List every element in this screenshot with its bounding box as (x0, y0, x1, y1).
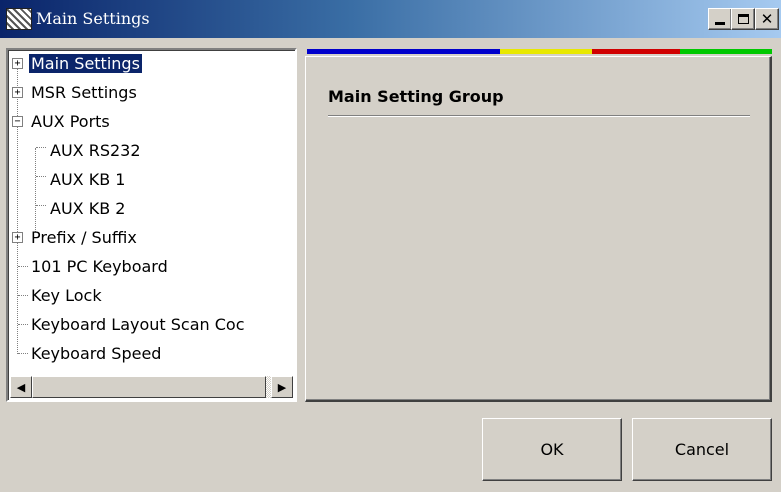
scrollbar-thumb[interactable] (32, 376, 266, 398)
scroll-right-button[interactable]: ▶ (271, 376, 293, 398)
expand-icon[interactable]: + (12, 232, 23, 243)
ok-button[interactable]: OK (482, 418, 622, 481)
settings-group-panel: Main Setting Group (305, 56, 772, 402)
tree-item-aux-rs232[interactable]: AUX RS232 (50, 141, 141, 160)
group-divider (328, 115, 750, 117)
color-strip-blue (307, 49, 500, 54)
tree-connector (36, 176, 46, 177)
tree-item-keyboard-speed[interactable]: Keyboard Speed (31, 344, 161, 363)
cancel-button[interactable]: Cancel (632, 418, 772, 481)
collapse-icon[interactable]: − (12, 116, 23, 127)
tree-connector (36, 205, 46, 206)
arrow-left-icon: ◀ (16, 380, 26, 394)
tree-connector (17, 64, 18, 354)
minimize-button[interactable] (708, 8, 732, 30)
tree-connector (36, 147, 46, 148)
close-button[interactable]: ✕ (755, 8, 779, 30)
tree-item-keyboard-layout-scan-code[interactable]: Keyboard Layout Scan Coc (31, 315, 245, 334)
close-icon: ✕ (760, 9, 774, 28)
tree-item-main-settings[interactable]: Main Settings (28, 53, 143, 74)
horizontal-scrollbar[interactable]: ◀ ▶ (10, 376, 293, 398)
color-strip-yellow (500, 49, 592, 54)
expand-icon[interactable]: + (12, 58, 23, 69)
tree-item-aux-kb-1[interactable]: AUX KB 1 (50, 170, 125, 189)
expand-icon[interactable]: + (12, 87, 23, 98)
maximize-icon (737, 14, 749, 24)
arrow-right-icon: ▶ (277, 380, 287, 394)
settings-tree[interactable]: + Main Settings + MSR Settings − AUX Por… (6, 48, 297, 402)
tree-item-msr-settings[interactable]: MSR Settings (31, 83, 137, 102)
minimize-icon (715, 22, 725, 25)
tree-item-aux-ports[interactable]: AUX Ports (31, 112, 110, 131)
tree-connector (18, 295, 28, 296)
tree-item-key-lock[interactable]: Key Lock (31, 286, 102, 305)
maximize-button[interactable] (731, 8, 755, 30)
tree-item-101-pc-keyboard[interactable]: 101 PC Keyboard (31, 257, 168, 276)
title-bar[interactable]: Main Settings ✕ (0, 0, 781, 38)
tree-item-prefix-suffix[interactable]: Prefix / Suffix (31, 228, 137, 247)
color-strip-red (592, 49, 680, 54)
tree-connector (18, 353, 28, 354)
window-title: Main Settings (36, 9, 150, 28)
color-strip-green (680, 49, 772, 54)
scroll-left-button[interactable]: ◀ (10, 376, 32, 398)
group-heading: Main Setting Group (328, 87, 504, 106)
tree-item-aux-kb-2[interactable]: AUX KB 2 (50, 199, 125, 218)
app-icon[interactable] (6, 8, 32, 30)
tree-connector (35, 148, 36, 232)
tree-connector (18, 324, 28, 325)
tree-connector (18, 266, 28, 267)
